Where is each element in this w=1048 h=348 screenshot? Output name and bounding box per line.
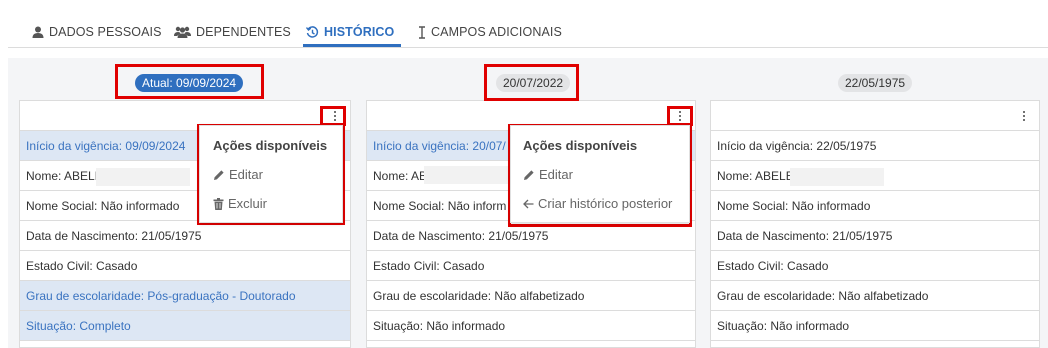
menu-item-label: Excluir (228, 196, 268, 211)
annotation-box (484, 64, 579, 101)
user-icon (32, 26, 44, 38)
history-card: Início da vigência: 22/05/1975 Nome: ABE… (710, 100, 1040, 348)
tab-dependentes[interactable]: DEPENDENTES (174, 20, 291, 44)
list-item: Estado Civil: Casado (711, 251, 1039, 281)
menu-item-label: Editar (539, 167, 573, 182)
tab-dados-pessoais[interactable]: DADOS PESSOAIS (32, 20, 162, 44)
list-item: Data de Nascimento: 21/05/1975 (20, 221, 350, 251)
list-item: Situação: Não informado (367, 311, 695, 341)
list-item: Início da vigência: 22/05/1975 (711, 131, 1039, 161)
list-item: Grau de escolaridade: Não alfabetizado (367, 281, 695, 311)
list-item: Data de Nascimento: 21/05/1975 (711, 221, 1039, 251)
card-header (711, 101, 1039, 131)
list-item: Grau de escolaridade: Não alfabetizado (711, 281, 1039, 311)
pencil-icon (524, 169, 534, 180)
tab-label: DEPENDENTES (196, 25, 291, 39)
edit-menu-item[interactable]: Editar (523, 167, 573, 182)
redaction-mask (790, 168, 884, 186)
tab-label: DADOS PESSOAIS (49, 25, 162, 39)
tab-label: HISTÓRICO (324, 25, 395, 39)
tab-campos-adicionais[interactable]: CAMPOS ADICIONAIS (418, 20, 562, 44)
list-item: Estado Civil: Casado (20, 251, 350, 281)
annotation-box (320, 106, 346, 126)
menu-item-label: Criar histórico posterior (538, 196, 673, 211)
list-item: Estado Civil: Casado (367, 251, 695, 281)
text-cursor-icon (419, 25, 425, 39)
actions-menu: Ações disponíveis Editar Criar histórico… (510, 125, 690, 223)
annotation-box (115, 64, 264, 99)
more-options-icon[interactable] (1017, 109, 1031, 123)
redaction-mask (424, 166, 508, 184)
annotation-box (667, 106, 693, 126)
list-item: Situação: Completo (20, 311, 350, 341)
tab-label: CAMPOS ADICIONAIS (431, 25, 562, 39)
list-item: Nome Social: Não informado (711, 191, 1039, 221)
actions-menu: Ações disponíveis Editar Excluir (199, 125, 343, 223)
menu-title: Ações disponíveis (213, 138, 328, 153)
menu-item-label: Editar (229, 167, 263, 182)
active-tab-indicator (303, 44, 401, 47)
trash-icon (213, 197, 224, 210)
menu-title: Ações disponíveis (523, 138, 638, 153)
create-later-history-menu-item[interactable]: Criar histórico posterior (523, 196, 672, 211)
redaction-mask (96, 168, 190, 186)
delete-menu-item[interactable]: Excluir (213, 196, 267, 211)
tab-historico[interactable]: HISTÓRICO (306, 20, 394, 44)
history-icon (306, 25, 319, 38)
list-item: Situação: Não informado (711, 311, 1039, 341)
list-item: Grau de escolaridade: Pós-graduação - Do… (20, 281, 350, 311)
edit-menu-item[interactable]: Editar (213, 167, 263, 182)
date-badge: 22/05/1975 (838, 74, 913, 92)
pencil-icon (214, 169, 224, 180)
arrow-left-icon (523, 199, 534, 208)
users-icon (174, 26, 191, 38)
tab-bar: DADOS PESSOAIS DEPENDENTES HISTÓRICO CAM… (8, 0, 1048, 48)
